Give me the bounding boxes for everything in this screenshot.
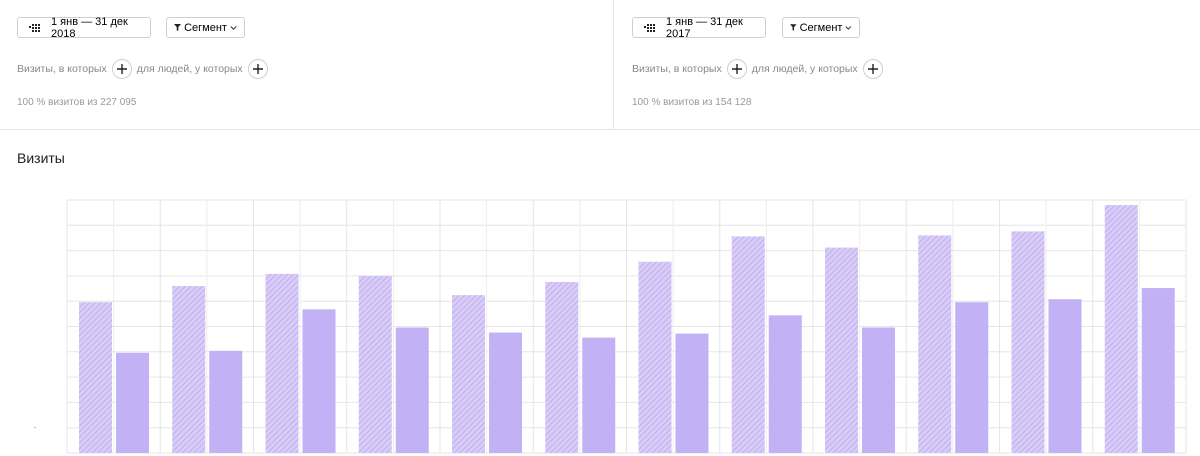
visits-condition-label: Визиты, в которых [17,63,107,75]
chevron-down-icon [230,25,237,30]
plus-icon [116,64,127,74]
bar-solid[interactable] [395,327,429,453]
funnel-icon [790,24,797,31]
bar-solid[interactable] [116,352,149,453]
visits-condition-label: Визиты, в которых [632,63,722,75]
add-people-condition-button[interactable] [247,59,268,79]
filters-bar: 1 янв — 31 дек 2018 Сегмент Визиты, в ко… [0,0,1200,130]
bar-solid[interactable] [862,327,895,453]
bar-hatched[interactable] [265,273,299,453]
date-range-label: 1 янв — 31 дек 2018 [51,15,128,40]
plus-icon [252,64,263,74]
plus-icon [867,64,878,74]
date-range-button[interactable]: 1 янв — 31 дек 2018 [17,15,151,40]
people-condition-label: для людей, у которых [136,63,243,75]
segment-label: Сегмент [799,21,843,34]
plus-icon [731,64,742,74]
bar-solid[interactable] [1048,299,1082,453]
bar-hatched[interactable] [638,261,672,453]
segment-button[interactable]: Сегмент [782,17,860,38]
axis-marker [34,427,36,428]
chevron-down-icon [845,25,852,30]
filter-panel-2017: 1 янв — 31 дек 2017 Сегмент Визиты, в ко… [614,0,1200,129]
calendar-icon [29,23,40,32]
bar-hatched[interactable] [731,236,765,453]
bar-hatched[interactable] [358,275,392,453]
bar-solid[interactable] [768,315,802,453]
bar-hatched[interactable] [1011,231,1045,453]
bar-hatched[interactable] [1104,205,1138,453]
add-visit-condition-button[interactable] [726,59,747,79]
chart-title: Визиты [17,150,65,166]
funnel-icon [174,23,182,32]
people-condition-label: для людей, у которых [751,63,858,75]
segment-label: Сегмент [184,21,227,34]
bar-hatched[interactable] [79,302,112,453]
bar-solid[interactable] [582,337,616,453]
visits-stat: 100 % визитов из 154 128 [632,97,752,108]
add-visit-condition-button[interactable] [111,59,132,79]
bar-solid[interactable] [302,309,336,453]
segment-conditions: Визиты, в которых для людей, у которых [632,58,888,80]
bar-hatched[interactable] [452,295,485,453]
bar-hatched[interactable] [172,286,206,453]
calendar-icon [644,23,655,32]
bar-hatched[interactable] [918,235,952,453]
filter-panel-2018: 1 янв — 31 дек 2018 Сегмент Визиты, в ко… [0,0,614,129]
bar-solid[interactable] [209,350,243,453]
bar-solid[interactable] [1141,288,1175,453]
add-people-condition-button[interactable] [862,59,883,79]
visits-stat: 100 % визитов из 227 095 [17,97,137,108]
bar-solid[interactable] [675,333,709,453]
bar-hatched[interactable] [825,247,858,453]
segment-conditions: Визиты, в которых для людей, у которых [17,58,273,80]
segment-button[interactable]: Сегмент [166,17,245,38]
bar-solid[interactable] [955,302,989,453]
bar-solid[interactable] [489,332,522,453]
bar-hatched[interactable] [545,281,579,453]
date-range-label: 1 янв — 31 дек 2017 [666,15,743,40]
date-range-button[interactable]: 1 янв — 31 дек 2017 [632,15,766,40]
visits-bar-chart [66,199,1187,454]
